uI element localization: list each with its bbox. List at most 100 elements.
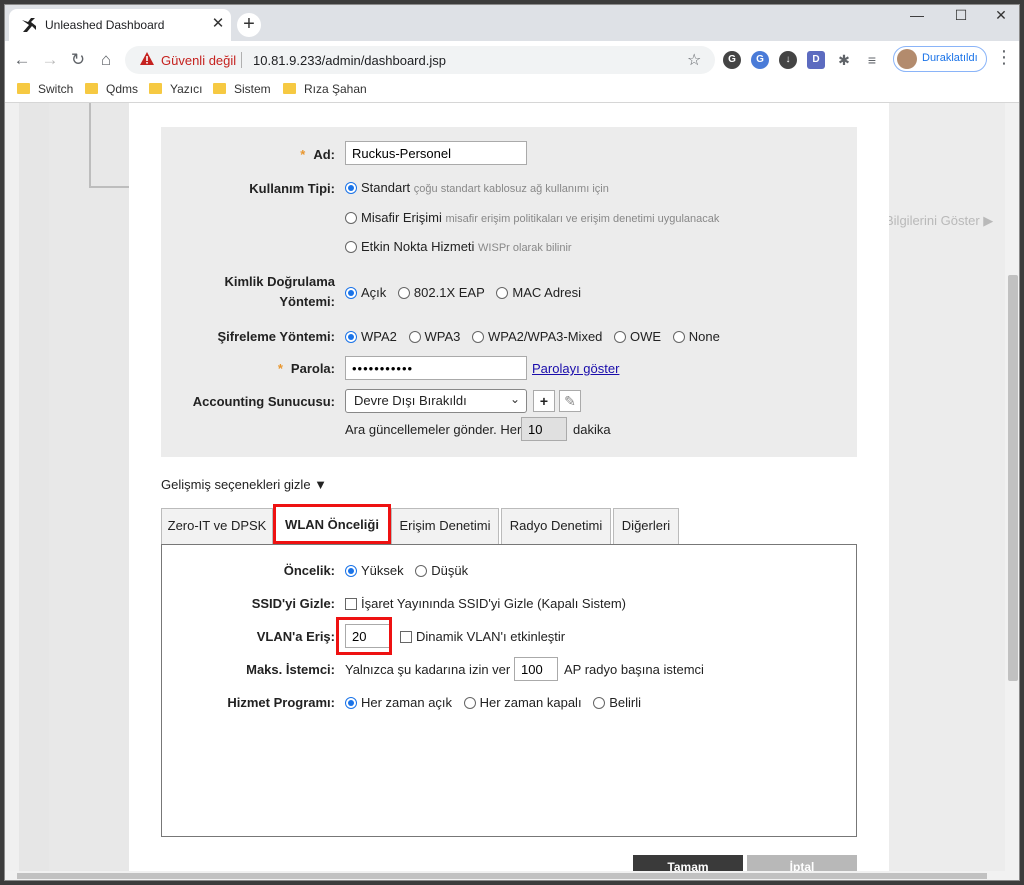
enc-option-wpa3[interactable]: WPA3 [408,329,460,344]
browser-tab[interactable]: Unleashed Dashboard ✕ [9,9,231,41]
back-icon[interactable]: ← [9,47,35,73]
dynamic-vlan-option[interactable]: Dinamik VLAN'ı etkinleştir [400,629,565,644]
scrollbar-thumb[interactable] [1008,275,1018,681]
background-panel [19,103,49,871]
profile-label: Duraklatıldı [922,52,978,64]
profile-button[interactable]: Duraklatıldı [893,46,987,72]
auth-option-8021x[interactable]: 802.1X EAP [397,285,485,300]
avatar [897,49,917,69]
tab-strip: Unleashed Dashboard ✕ + — ☐ ✕ [5,5,1019,41]
ok-button[interactable]: Tamam [633,855,743,871]
password-label: * Parola: [277,361,335,376]
priority-option-low[interactable]: Düşük [415,563,468,578]
horizontal-scrollbar[interactable] [5,871,1019,880]
checkbox[interactable] [345,598,357,610]
bookmark-sistem[interactable]: Sistem [213,82,271,98]
name-label: * Ad: [300,147,335,162]
chevron-down-icon: ⌄ [509,392,520,406]
background-frame [89,103,129,188]
scrollbar-thumb[interactable] [17,873,987,879]
schedule-option-specific[interactable]: Belirli [593,695,641,710]
radio[interactable] [345,241,357,253]
tab-access-control[interactable]: Erişim Denetimi [391,508,499,544]
divider [241,52,242,68]
extension-d-icon[interactable]: D [807,51,825,69]
new-tab-button[interactable]: + [237,13,261,37]
vlan-label: VLAN'a Eriş: [256,629,335,644]
name-input[interactable] [345,141,527,165]
tab-radio-control[interactable]: Radyo Denetimi [501,508,611,544]
cancel-button[interactable]: İptal [747,855,857,871]
max-clients-suffix: AP radyo başına istemci [564,662,704,677]
forward-icon[interactable]: → [37,47,63,73]
show-password-link[interactable]: Parolayı göster [532,361,619,376]
priority-option-high[interactable]: Yüksek [345,563,404,578]
checkbox[interactable] [400,631,412,643]
enc-option-mixed[interactable]: WPA2/WPA3-Mixed [472,329,602,344]
auth-method-options: Açık 802.1X EAP MAC Adresi [345,285,589,300]
bookmarks-bar: Switch Qdms Yazıcı Sistem Rıza Şahan [5,77,1019,103]
radio[interactable] [345,212,357,224]
translate-icon[interactable]: G [751,51,769,69]
priority-options: Yüksek Düşük [345,563,476,578]
password-input[interactable] [345,356,527,380]
usage-type-label: Kullanım Tipi: [249,181,335,196]
encryption-label: Şifreleme Yöntemi: [217,329,335,344]
page-content: Bilgilerini Göster ▶ *Ad: Kullanım Tipi:… [5,103,1019,871]
usage-option-hotspot[interactable]: Etkin Nokta Hizmeti WISPr olarak bilinir [345,239,572,254]
usage-option-standard[interactable]: Standart çoğu standart kablosuz ağ kulla… [345,180,609,195]
add-server-button[interactable]: + [533,390,555,412]
close-window-icon[interactable]: ✕ [981,5,1019,27]
highlight-box [336,617,392,655]
folder-icon [283,83,296,94]
enc-option-none[interactable]: None [672,329,720,344]
tab-title: Unleashed Dashboard [45,18,165,32]
bookmark-switch[interactable]: Switch [17,82,73,98]
reload-icon[interactable]: ↻ [65,47,91,73]
download-icon[interactable]: ↓ [779,51,797,69]
bookmark-yazici[interactable]: Yazıcı [149,82,202,98]
security-label[interactable]: Güvenli değil [161,53,236,68]
tab-wlan-priority[interactable]: WLAN Önceliği [273,504,391,544]
enc-option-wpa2[interactable]: WPA2 [345,329,397,344]
radio-selected[interactable] [345,182,357,194]
encryption-options: WPA2 WPA3 WPA2/WPA3-Mixed OWE None [345,329,728,344]
basic-settings-box: *Ad: Kullanım Tipi: Standart çoğu standa… [161,127,857,457]
edit-server-button[interactable]: ✎ [559,390,581,412]
extensions-puzzle-icon[interactable]: ✱ [835,51,853,69]
extension-g-icon[interactable]: G [723,51,741,69]
schedule-option-always-off[interactable]: Her zaman kapalı [463,695,582,710]
browser-window: Unleashed Dashboard ✕ + — ☐ ✕ ← → ↻ ⌂ Gü… [4,4,1020,881]
folder-icon [17,83,30,94]
address-bar[interactable]: Güvenli değil 10.81.9.233/admin/dashboar… [125,46,715,74]
usage-option-guest[interactable]: Misafir Erişimi misafir erişim politikal… [345,210,719,225]
interim-minutes-input[interactable] [521,417,567,441]
minimize-icon[interactable]: — [897,5,937,27]
media-queue-icon[interactable]: ≡ [863,51,881,69]
bookmark-qdms[interactable]: Qdms [85,82,138,98]
bookmark-star-icon[interactable]: ☆ [687,50,701,70]
auth-option-mac[interactable]: MAC Adresi [496,285,581,300]
enc-option-owe[interactable]: OWE [614,329,661,344]
interim-prefix: Ara güncellemeler gönder. Her [345,422,522,437]
schedule-label: Hizmet Programı: [227,695,335,710]
accounting-select[interactable]: Devre Dışı Bırakıldı ⌄ [345,389,527,413]
max-clients-input[interactable] [514,657,558,681]
background-panel [49,103,129,871]
auth-method-label: Kimlik Doğrulama Yöntemi: [224,274,335,309]
schedule-option-always-on[interactable]: Her zaman açık [345,695,452,710]
auth-option-open[interactable]: Açık [345,285,386,300]
tab-zero-it-dpsk[interactable]: Zero-IT ve DPSK [161,508,273,544]
hide-ssid-option[interactable]: İşaret Yayınında SSID'yi Gizle (Kapalı S… [345,596,626,611]
close-tab-icon[interactable]: ✕ [209,15,227,33]
menu-icon[interactable]: ⋮ [995,47,1013,68]
bookmark-riza-sahan[interactable]: Rıza Şahan [283,82,367,98]
vertical-scrollbar[interactable] [1005,103,1019,871]
tab-others[interactable]: Diğerleri [613,508,679,544]
folder-icon [213,83,226,94]
url-text[interactable]: 10.81.9.233/admin/dashboard.jsp [253,53,446,68]
advanced-options-toggle[interactable]: Gelişmiş seçenekleri gizle ▼ [161,477,327,492]
show-info-link[interactable]: Bilgilerini Göster ▶ [885,213,993,229]
home-icon[interactable]: ⌂ [93,47,119,73]
maximize-icon[interactable]: ☐ [941,5,981,27]
